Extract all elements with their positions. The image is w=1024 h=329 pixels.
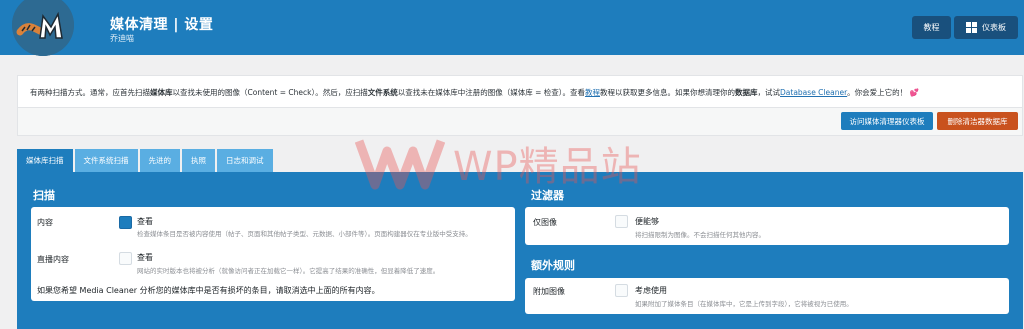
images-only-checkbox[interactable] xyxy=(615,215,628,228)
info-notice: 有两种扫描方式。通常，应首先扫描媒体库以查找未使用的图像（Content = C… xyxy=(17,75,1023,108)
tab-logs-debug[interactable]: 日志和调试 xyxy=(217,149,273,172)
tutorial-button[interactable]: 教程 xyxy=(912,16,951,39)
notice-text: ，试试 xyxy=(757,88,781,97)
notice-text: 教程以获取更多信息。如果你想清理你的 xyxy=(600,88,736,97)
notice-text: 以查找未使用的图像（Content = Check）。然后，应扫描 xyxy=(172,88,368,97)
page-subtitle: 乔迪喵 xyxy=(110,34,134,43)
live-content-description: 网站的实时版本也将被分析（就像访问者正在加载它一样）。它提高了结果的准确性，但显… xyxy=(137,267,440,275)
dashboard-button[interactable]: 仪表板 xyxy=(954,16,1018,39)
attached-images-checkbox[interactable] xyxy=(615,284,628,297)
dashboard-icon xyxy=(966,22,977,33)
attached-images-check-label: 考虑使用 xyxy=(635,286,667,295)
notice-bold-filesystem: 文件系统 xyxy=(367,88,398,97)
tab-media-library-scan[interactable]: 媒体库扫描 xyxy=(17,149,73,172)
plugin-logo xyxy=(12,0,74,56)
content-checkbox[interactable] xyxy=(119,216,132,229)
content-check-label: 查看 xyxy=(137,217,153,226)
attached-images-label: 附加图像 xyxy=(533,287,565,296)
rules-section-title: 额外规则 xyxy=(531,259,575,272)
attached-images-description: 如果附加了媒体条目（在媒体库中，它是上传到字段），它将被视为已使用。 xyxy=(635,300,853,308)
content-description: 检查媒体条目是否被内容使用（帖子、页面和其他帖子类型、元数据、小部件等）。页面构… xyxy=(137,230,472,238)
notice-bold-media-library: 媒体库 xyxy=(150,88,173,97)
tab-filesystem-scan[interactable]: 文件系统扫描 xyxy=(74,149,138,172)
live-content-checkbox[interactable] xyxy=(119,252,132,265)
images-only-check-label: 便能够 xyxy=(635,217,659,226)
scan-section-title: 扫描 xyxy=(33,189,55,202)
images-only-label: 仅图像 xyxy=(533,218,557,227)
live-content-label: 直播内容 xyxy=(37,255,69,264)
settings-tabs: 媒体库扫描 文件系统扫描 先进的 执照 日志和调试 xyxy=(17,149,273,172)
heart-icon: 💕 xyxy=(909,88,919,97)
notice-text: 。你会爱上它的！ xyxy=(847,88,908,97)
database-cleaner-link[interactable]: Database Cleaner xyxy=(780,88,847,97)
content-label: 内容 xyxy=(37,218,53,227)
page-title: 媒体清理 | 设置 xyxy=(110,17,214,33)
dashboard-button-label: 仪表板 xyxy=(982,23,1006,32)
tutorial-button-label: 教程 xyxy=(923,23,940,32)
scan-card: 内容 查看 检查媒体条目是否被内容使用（帖子、页面和其他帖子类型、元数据、小部件… xyxy=(31,207,515,301)
delete-database-button[interactable]: 删除清洁器数据库 xyxy=(937,112,1018,130)
filters-section-title: 过滤器 xyxy=(531,189,564,202)
live-content-check-label: 查看 xyxy=(137,253,153,262)
notice-text: 以查找未在媒体库中注册的图像（媒体库 = 检查）。查看 xyxy=(397,88,586,97)
app-header: 媒体清理 | 设置 乔迪喵 教程 仪表板 xyxy=(0,0,1024,56)
filters-card: 仅图像 便能够 将扫描限制为图像。不会扫描任何其他内容。 xyxy=(525,207,1009,245)
notice-bold-database: 数据库 xyxy=(735,88,758,97)
notice-text: 有两种扫描方式。通常，应首先扫描 xyxy=(30,88,150,97)
tutorial-link[interactable]: 教程 xyxy=(585,88,600,97)
rules-card: 附加图像 考虑使用 如果附加了媒体条目（在媒体库中，它是上传到字段），它将被视为… xyxy=(525,278,1009,314)
images-only-description: 将扫描限制为图像。不会扫描任何其他内容。 xyxy=(635,231,765,239)
scan-note: 如果您希望 Media Cleaner 分析您的媒体库中是否有损坏的条目，请取消… xyxy=(37,286,380,295)
tab-advanced[interactable]: 先进的 xyxy=(139,149,180,172)
visit-dashboard-button[interactable]: 访问媒体清理器仪表板 xyxy=(841,112,933,130)
tab-license[interactable]: 执照 xyxy=(182,149,215,172)
